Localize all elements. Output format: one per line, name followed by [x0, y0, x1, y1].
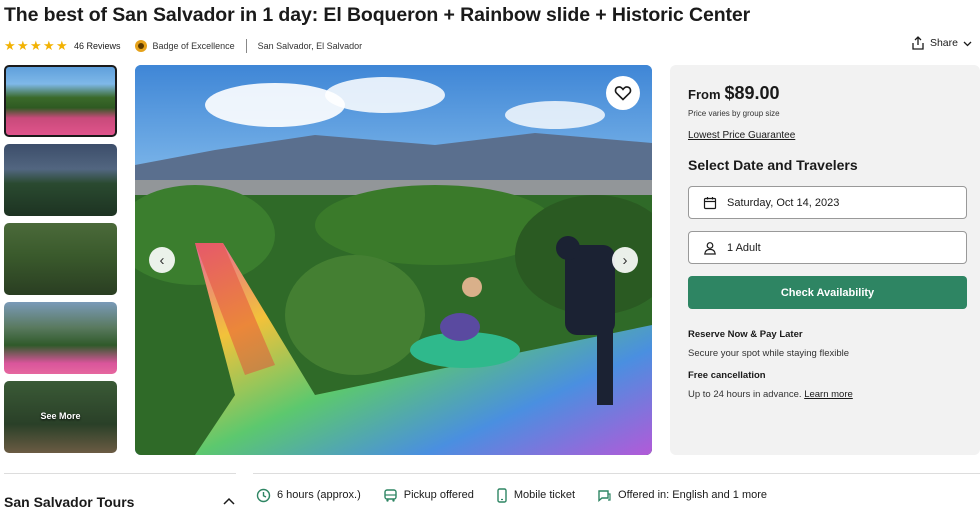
thumbnail-strip: See More: [4, 65, 117, 460]
price-row: From $89.00: [688, 83, 780, 104]
cancel-title: Free cancellation: [688, 370, 766, 381]
reviews-link[interactable]: 46 Reviews: [74, 41, 121, 51]
badge-label: Badge of Excellence: [152, 41, 235, 51]
divider: [245, 39, 247, 53]
divider: [253, 473, 980, 474]
clock-icon: [256, 488, 271, 502]
thumbnail-1[interactable]: [4, 65, 117, 137]
feature-label: 6 hours (approx.): [277, 489, 361, 501]
save-to-wishlist-button[interactable]: [606, 76, 640, 110]
heart-icon: [614, 86, 632, 101]
lowest-price-link[interactable]: Lowest Price Guarantee: [688, 130, 795, 141]
feature-languages: Offered in: English and 1 more: [597, 488, 767, 503]
date-picker[interactable]: Saturday, Oct 14, 2023: [688, 186, 967, 219]
phone-icon: [497, 487, 507, 503]
share-icon: [912, 36, 924, 50]
location-label: San Salvador, El Salvador: [257, 41, 363, 51]
star-icon: ★: [17, 38, 29, 53]
chevron-right-icon: ›: [622, 251, 628, 269]
star-icon: ★: [30, 38, 42, 53]
star-icon: ★: [43, 38, 55, 53]
learn-more-link[interactable]: Learn more: [804, 389, 853, 400]
star-icon: ★: [4, 38, 16, 53]
next-image-button[interactable]: ›: [612, 247, 638, 273]
cancel-text: Up to 24 hours in advance.: [688, 389, 802, 400]
chevron-down-icon: [963, 41, 972, 46]
tours-section-title: San Salvador Tours: [4, 494, 135, 510]
chevron-up-icon[interactable]: [223, 497, 235, 505]
rainbow-slide-photo: [135, 65, 652, 455]
feature-label: Pickup offered: [403, 489, 474, 501]
check-availability-button[interactable]: Check Availability: [688, 276, 967, 309]
star-icon: ★: [56, 38, 68, 53]
hero-image[interactable]: ‹ ›: [135, 65, 652, 455]
meta-row: ★ ★ ★ ★ ★ 46 Reviews Badge of Excellence…: [4, 38, 362, 54]
price-note: Price varies by group size: [688, 109, 780, 118]
see-more-label: See More: [40, 411, 81, 421]
chat-icon: [598, 489, 611, 502]
date-value: Saturday, Oct 14, 2023: [727, 196, 840, 209]
feature-ticket: Mobile ticket: [496, 487, 576, 503]
divider: [4, 473, 236, 474]
reserve-text: Secure your spot while staying flexible: [688, 348, 850, 359]
from-label: From: [688, 87, 721, 102]
page-title: The best of San Salvador in 1 day: El Bo…: [4, 4, 751, 26]
feature-pickup: Pickup offered: [383, 488, 474, 503]
chevron-left-icon: ‹: [159, 251, 165, 269]
rating-stars[interactable]: ★ ★ ★ ★ ★: [4, 38, 68, 53]
feature-label: Mobile ticket: [513, 489, 576, 501]
badge-icon: [134, 40, 147, 52]
person-icon: [704, 241, 716, 255]
travelers-picker[interactable]: 1 Adult: [688, 231, 967, 264]
thumbnail-3[interactable]: [4, 223, 117, 295]
feature-duration: 6 hours (approx.): [256, 488, 361, 503]
price-value: $89.00: [724, 83, 780, 103]
feature-label: Offered in: English and 1 more: [618, 489, 768, 501]
bus-icon: [384, 488, 397, 502]
feature-list: 6 hours (approx.) Pickup offered Mobile …: [256, 486, 789, 504]
thumbnail-2[interactable]: [4, 144, 117, 216]
thumbnail-4[interactable]: [4, 302, 117, 374]
previous-image-button[interactable]: ‹: [149, 247, 175, 273]
cancel-row: Up to 24 hours in advance. Learn more: [688, 389, 853, 400]
booking-panel: From $89.00 Price varies by group size L…: [670, 65, 980, 455]
select-date-title: Select Date and Travelers: [688, 157, 858, 173]
share-label: Share: [929, 37, 958, 49]
calendar-icon: [703, 196, 717, 209]
thumbnail-see-more[interactable]: See More: [4, 381, 117, 453]
share-button[interactable]: Share: [911, 36, 972, 50]
reserve-title: Reserve Now & Pay Later: [688, 329, 803, 340]
travelers-value: 1 Adult: [727, 241, 761, 254]
